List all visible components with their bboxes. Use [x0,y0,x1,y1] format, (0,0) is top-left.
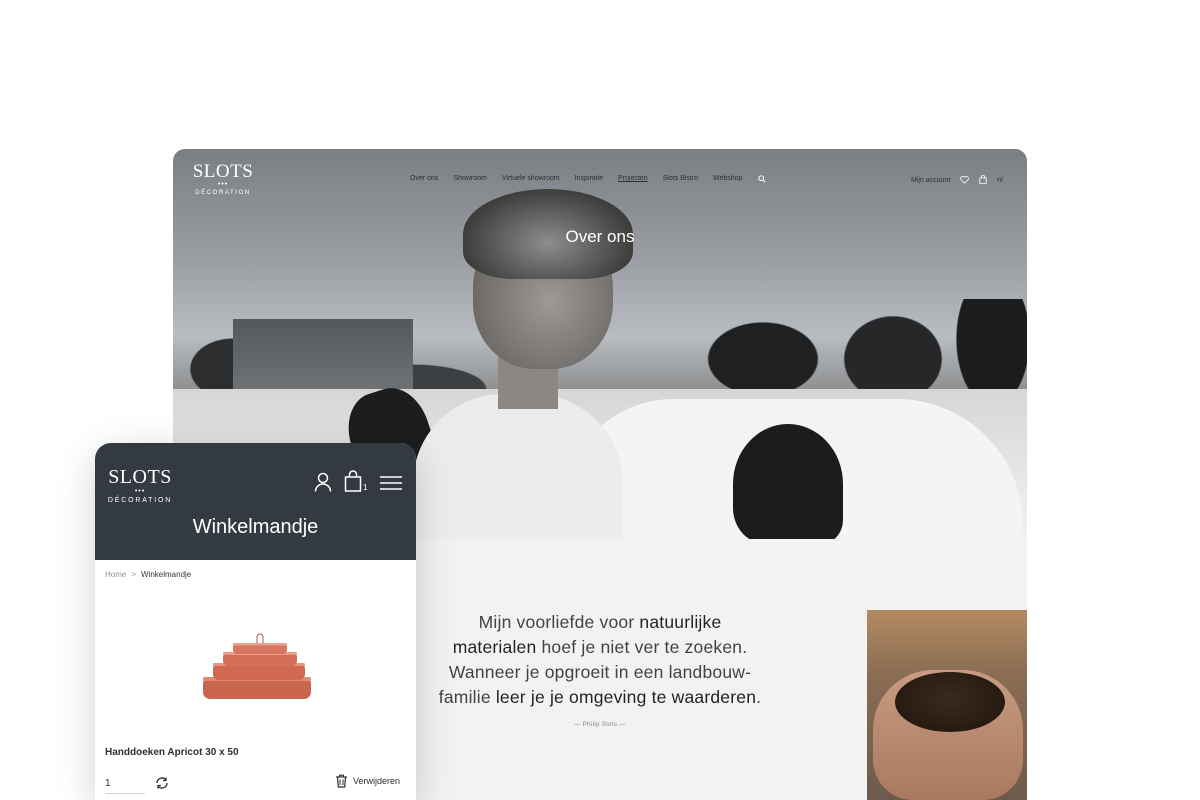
quote-emphasis-2: leer je je omgeving te waarderen [495,687,757,707]
trash-icon [336,774,347,788]
nav-item-projecten[interactable]: Projecten [618,175,648,185]
heart-icon[interactable] [960,175,970,186]
breadcrumb-separator: > [131,570,137,579]
page-title: Winkelmandje [192,516,319,538]
search-icon[interactable] [757,175,766,185]
cart-count: 1 [363,483,368,492]
remove-item-label: Verwijderen [353,776,401,786]
nav-item-virtuele-showroom[interactable]: Virtuele showroom [502,175,560,185]
intro-quote: Mijn voorliefde voor natuurlijke materia… [435,610,765,710]
hero-title: Over ons [565,227,635,246]
logo-subtitle: DÉCORATION [107,497,173,504]
breadcrumb-current: Winkelmandje [141,570,192,579]
desktop-logo[interactable]: SLOTS ••• DÉCORATION [191,162,255,197]
nav-item-slots-bistro[interactable]: Slots Bistro [663,175,698,185]
breadcrumb-home[interactable]: Home [105,570,126,579]
nav-item-inspiratie[interactable]: Inspiratie [575,175,603,185]
breadcrumb: Home > Winkelmandje [105,570,191,579]
user-icon[interactable] [314,472,332,492]
logo-wordmark: SLOTS [192,160,254,182]
mobile-logo[interactable]: SLOTS ••• DÉCORATION [105,467,175,505]
soil-hands-photo [867,610,1027,800]
quantity-input[interactable] [105,774,145,794]
account-link[interactable]: Mijn account [911,177,950,184]
nav-item-webshop[interactable]: Webshop [713,175,742,185]
logo-dots: ••• [217,180,229,188]
bag-icon[interactable] [344,470,362,492]
language-switch[interactable]: nl [997,177,1002,184]
logo-wordmark: SLOTS [108,466,172,488]
mobile-header: SLOTS ••• DÉCORATION 1 Winkelmandje [95,443,416,560]
bag-icon[interactable] [979,174,987,186]
nav-item-showroom[interactable]: Showroom [453,175,486,185]
remove-item-button[interactable]: Verwijderen [335,774,400,788]
logo-dots: ••• [134,488,146,495]
header-utilities: Mijn account nl [911,174,1003,186]
main-nav: Over ons Showroom Virtuele showroom Insp… [410,175,766,185]
quote-text-1: Mijn voorliefde voor [478,612,640,632]
nav-item-over-ons[interactable]: Over ons [410,175,438,185]
quote-text-3: . [756,687,762,707]
product-image[interactable] [195,633,319,705]
hamburger-icon[interactable] [380,475,402,491]
refresh-icon[interactable] [155,776,169,790]
logo-subtitle: DÉCORATION [195,189,251,196]
mobile-mockup: SLOTS ••• DÉCORATION 1 Winkelmandje Home… [95,443,416,800]
product-name[interactable]: Handdoeken Apricot 30 x 50 [105,747,239,758]
quote-author: — Philip Slots — [574,722,626,728]
